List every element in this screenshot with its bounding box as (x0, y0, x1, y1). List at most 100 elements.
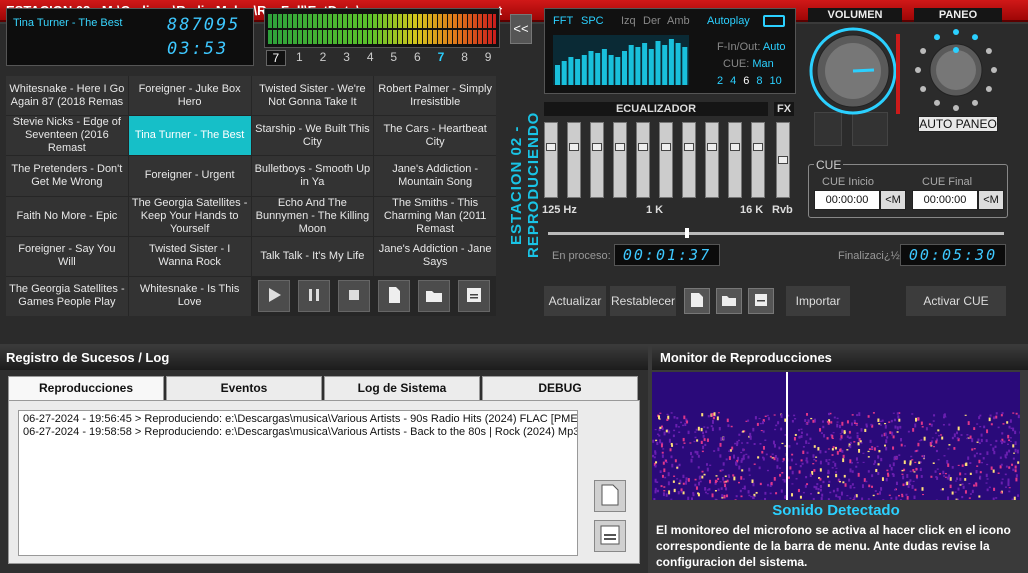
tab-spc[interactable]: SPC (581, 15, 604, 27)
eq-slider-thumb[interactable] (638, 142, 648, 151)
step-option[interactable]: 8 (756, 75, 762, 87)
cart-cell[interactable]: Whitesnake - Here I Go Again 87 (2018 Re… (6, 76, 128, 116)
cue-start-mark-button[interactable]: <M (880, 190, 906, 210)
importar-button[interactable]: Importar (786, 286, 850, 316)
page-button[interactable]: 7 (431, 50, 451, 66)
page-button[interactable]: 4 (360, 50, 380, 66)
eq-slider-thumb[interactable] (753, 142, 763, 151)
eq-slider-thumb[interactable] (707, 142, 717, 151)
cue-start-input[interactable]: 00:00:00 (814, 190, 880, 210)
page-button[interactable]: 6 (407, 50, 427, 66)
fade-value[interactable]: Auto (763, 41, 786, 53)
progress-thumb[interactable] (684, 228, 689, 238)
stop-button[interactable] (338, 280, 370, 312)
cart-cell[interactable]: Foreigner - Say You Will (6, 236, 128, 276)
open-button[interactable] (418, 280, 450, 312)
log-tab[interactable]: Reproducciones (8, 376, 164, 400)
volume-knob[interactable] (808, 26, 898, 116)
cart-cell[interactable]: Twisted Sister - We're Not Gonna Take It (251, 76, 374, 116)
auto-pan-button[interactable]: AUTO PANEO (918, 116, 998, 132)
cue-mode-value[interactable]: Man (752, 58, 773, 70)
channel-amb[interactable]: Amb (667, 15, 690, 27)
cart-cell[interactable]: Jane's Addiction - Jane Says (374, 236, 496, 276)
collapse-button[interactable]: << (510, 14, 532, 44)
fx-open-button[interactable] (716, 288, 742, 314)
eq-slider-thumb[interactable] (730, 142, 740, 151)
eq-slider-thumb[interactable] (778, 156, 788, 164)
eq-slider[interactable] (613, 122, 627, 198)
cart-cell[interactable]: Starship - We Built This City (251, 116, 374, 156)
log-tab[interactable]: Eventos (166, 376, 322, 400)
log-entry[interactable]: 06-27-2024 - 19:58:58 > Reproduciendo: e… (23, 426, 577, 439)
eq-slider[interactable] (659, 122, 673, 198)
eq-slider-thumb[interactable] (615, 142, 625, 151)
eq-slider[interactable] (728, 122, 742, 198)
cart-cell[interactable]: The Pretenders - Don't Get Me Wrong (6, 156, 128, 196)
eq-slider[interactable] (776, 122, 790, 198)
page-button[interactable]: 3 (337, 50, 357, 66)
page-button[interactable]: 7 (265, 50, 286, 66)
activar-cue-button[interactable]: Activar CUE (906, 286, 1006, 316)
new-button[interactable] (378, 280, 410, 312)
page-button[interactable]: 5 (384, 50, 404, 66)
step-option[interactable]: 10 (770, 75, 782, 87)
page-button[interactable]: 9 (478, 50, 498, 66)
cue-end-input[interactable]: 00:00:00 (912, 190, 978, 210)
cart-cell[interactable]: The Smiths - This Charming Man (2011 Rem… (374, 196, 496, 236)
log-save-button[interactable] (594, 520, 626, 552)
actualizar-button[interactable]: Actualizar (544, 286, 606, 316)
cart-cell[interactable]: Foreigner - Urgent (128, 156, 251, 196)
restablecer-button[interactable]: Restablecer (610, 286, 676, 316)
play-button[interactable] (258, 280, 290, 312)
eq-slider[interactable] (590, 122, 604, 198)
cart-cell[interactable]: Bulletboys - Smooth Up in Ya (251, 156, 374, 196)
page-button[interactable]: 1 (289, 50, 309, 66)
cart-cell[interactable]: The Georgia Satellites - Keep Your Hands… (128, 196, 251, 236)
cart-cell[interactable]: Robert Palmer - Simply Irresistible (374, 76, 496, 116)
progress-track[interactable] (548, 232, 1004, 235)
cart-cell[interactable]: Whitesnake - Is This Love (128, 276, 251, 316)
pause-button[interactable] (298, 280, 330, 312)
page-button[interactable]: 8 (455, 50, 475, 66)
step-option[interactable]: 6 (743, 75, 749, 87)
cart-cell[interactable]: The Cars - Heartbeat City (374, 116, 496, 156)
tab-fft[interactable]: FFT (553, 15, 573, 27)
page-button[interactable]: 2 (313, 50, 333, 66)
log-tab[interactable]: Log de Sistema (324, 376, 480, 400)
eq-slider-thumb[interactable] (661, 142, 671, 151)
eq-slider[interactable] (682, 122, 696, 198)
eq-slider[interactable] (705, 122, 719, 198)
eq-slider[interactable] (751, 122, 765, 198)
cart-cell[interactable]: Tina Turner - The Best (128, 116, 251, 156)
log-tab[interactable]: DEBUG (482, 376, 638, 400)
eq-slider[interactable] (636, 122, 650, 198)
save-button[interactable] (458, 280, 490, 312)
eq-slider-thumb[interactable] (592, 142, 602, 151)
autoplay-label[interactable]: Autoplay (707, 15, 750, 27)
log-entry[interactable]: 06-27-2024 - 19:56:45 > Reproduciendo: e… (23, 413, 577, 426)
cue-end-mark-button[interactable]: <M (978, 190, 1004, 210)
cart-cell[interactable]: The Georgia Satellites - Games People Pl… (6, 276, 128, 316)
loop-icon[interactable] (763, 15, 785, 27)
cart-cell[interactable]: Jane's Addiction - Mountain Song (374, 156, 496, 196)
eq-slider-thumb[interactable] (569, 142, 579, 151)
fx-new-button[interactable] (684, 288, 710, 314)
cart-cell[interactable]: Faith No More - Epic (6, 196, 128, 236)
channel-izq[interactable]: Izq (621, 15, 636, 27)
fx-save-button[interactable] (748, 288, 774, 314)
log-entries[interactable]: 06-27-2024 - 19:56:45 > Reproduciendo: e… (18, 410, 578, 556)
cart-cell[interactable]: Foreigner - Juke Box Hero (128, 76, 251, 116)
pan-knob[interactable] (912, 26, 1000, 114)
cart-cell[interactable]: Stevie Nicks - Edge of Seventeen (2016 R… (6, 116, 128, 156)
eq-slider-thumb[interactable] (684, 142, 694, 151)
eq-slider-thumb[interactable] (546, 142, 556, 151)
cart-cell[interactable]: Twisted Sister - I Wanna Rock (128, 236, 251, 276)
cart-cell[interactable]: Echo And The Bunnymen - The Killing Moon (251, 196, 374, 236)
log-new-button[interactable] (594, 480, 626, 512)
cart-cell[interactable]: Talk Talk - It's My Life (251, 236, 374, 276)
eq-slider[interactable] (567, 122, 581, 198)
step-option[interactable]: 4 (730, 75, 736, 87)
eq-slider[interactable] (544, 122, 558, 198)
channel-der[interactable]: Der (643, 15, 661, 27)
step-option[interactable]: 2 (717, 75, 723, 87)
